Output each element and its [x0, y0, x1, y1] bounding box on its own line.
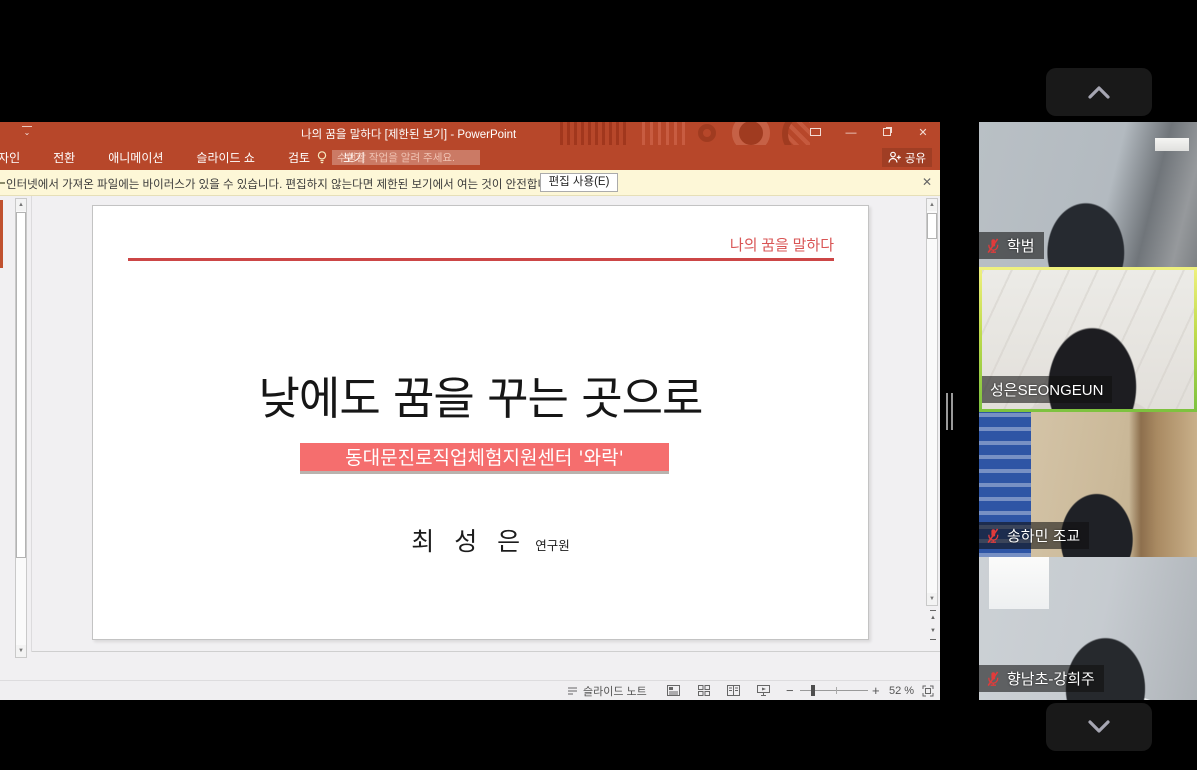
scroll-down-icon[interactable]: ▼	[927, 593, 937, 605]
participant-name-bar: 성은SEONGEUN	[982, 376, 1112, 403]
panel-resize-handle[interactable]	[951, 393, 953, 430]
chevron-down-icon	[1082, 717, 1116, 737]
presenter-name: 최 성 은	[411, 522, 526, 558]
window-title: 나의 꿈을 말하다 [제한된 보기] - PowerPoint	[301, 126, 516, 142]
ribbon-tab-design[interactable]: 디자인	[0, 149, 22, 166]
slide-header-text: 나의 꿈을 말하다	[730, 234, 834, 255]
participant-name: 송하민 조교	[1007, 525, 1080, 546]
notes-icon	[567, 685, 578, 696]
normal-view-button[interactable]	[666, 681, 681, 700]
muted-mic-icon	[985, 528, 1001, 544]
participant-tile[interactable]: 송하민 조교	[979, 412, 1197, 557]
zoom-slider-thumb[interactable]	[811, 685, 815, 696]
quick-access-dropdown-icon[interactable]: ⌄	[22, 126, 32, 138]
participant-tile[interactable]: 향남초-강희주	[979, 557, 1197, 700]
ribbon-tab-review[interactable]: 검토	[286, 149, 312, 166]
restore-button[interactable]	[872, 122, 902, 145]
slide-accent-line	[128, 258, 834, 261]
participant-name-bar: 송하민 조교	[979, 522, 1089, 549]
scrollbar-thumb[interactable]	[927, 213, 937, 239]
slide-scrollbar[interactable]: ▲ ▼	[926, 198, 938, 606]
zoom-slider-tick	[836, 687, 837, 694]
enable-editing-button[interactable]: 편집 사용(E)	[540, 173, 618, 192]
ribbon-tab-animations[interactable]: 애니메이션	[106, 149, 165, 166]
gallery-scroll-down-button[interactable]	[1046, 703, 1152, 751]
titlebar-decorative-art	[556, 122, 810, 145]
ppt-status-bar: 슬라이드 노트 − + 52 %	[0, 680, 940, 700]
chevron-up-icon	[1082, 82, 1116, 102]
zoom-level[interactable]: 52 %	[889, 681, 914, 700]
presenter-block: 최 성 은 연구원	[103, 522, 878, 558]
scroll-up-icon[interactable]: ▲	[16, 199, 26, 211]
share-person-icon	[888, 151, 901, 164]
fit-slide-to-window-button[interactable]	[920, 681, 935, 700]
panel-resize-handle[interactable]	[946, 393, 948, 430]
gallery-scroll-up-button[interactable]	[1046, 68, 1152, 116]
zoom-in-button[interactable]: +	[872, 681, 880, 700]
ppt-title-bar: ⌄ 나의 꿈을 말하다 [제한된 보기] - PowerPoint — ✕	[0, 122, 940, 145]
warning-close-icon[interactable]: ✕	[922, 175, 932, 189]
slide-notes-toggle[interactable]: 슬라이드 노트	[567, 681, 647, 700]
ribbon-tab-transitions[interactable]: 전환	[51, 149, 77, 166]
thumbnail-scrollbar[interactable]: ▲ ▼	[15, 198, 27, 658]
shield-icon	[0, 182, 5, 184]
notes-pane-divider[interactable]	[32, 651, 940, 652]
ribbon-tab-row: 디자인 전환 애니메이션 슬라이드 쇼 검토 보기 공유	[0, 145, 940, 170]
tell-me-search-input[interactable]	[332, 150, 480, 165]
previous-slide-button[interactable]: ▲	[927, 610, 939, 623]
share-label: 공유	[905, 150, 926, 166]
slide-sorter-view-button[interactable]	[696, 681, 711, 700]
ribbon-tab-slideshow[interactable]: 슬라이드 쇼	[194, 149, 257, 166]
slide-banner-text: 동대문진로직업체험지원센터 '와락'	[300, 443, 669, 474]
app-stage: ⌄ 나의 꿈을 말하다 [제한된 보기] - PowerPoint — ✕ 디자…	[0, 0, 1197, 770]
close-button[interactable]: ✕	[908, 122, 938, 145]
next-slide-button[interactable]: ▼	[927, 625, 939, 638]
participant-name-bar: 학범	[979, 232, 1044, 259]
presenter-role: 연구원	[535, 535, 570, 554]
participant-tile-active-speaker[interactable]: 성은SEONGEUN	[979, 267, 1197, 412]
protected-view-bar: 인터넷에서 가져온 파일에는 바이러스가 있을 수 있습니다. 편집하지 않는다…	[0, 170, 940, 196]
ribbon-display-options-icon[interactable]	[800, 122, 830, 145]
tell-me-lightbulb-icon	[316, 150, 328, 165]
slide-canvas: 나의 꿈을 말하다 낮에도 꿈을 꾸는 곳으로 동대문진로직업체험지원센터 '와…	[92, 205, 869, 640]
slide-notes-label: 슬라이드 노트	[583, 683, 647, 699]
scroll-up-icon[interactable]: ▲	[927, 199, 937, 211]
reading-view-button[interactable]	[726, 681, 741, 700]
zoom-out-button[interactable]: −	[786, 681, 794, 700]
scroll-down-icon[interactable]: ▼	[16, 645, 26, 657]
protected-view-message: 인터넷에서 가져온 파일에는 바이러스가 있을 수 있습니다. 편집하지 않는다…	[6, 176, 562, 192]
scrollbar-thumb[interactable]	[16, 212, 26, 558]
slide-title-text: 낮에도 꿈을 꾸는 곳으로	[93, 362, 868, 427]
slideshow-view-button[interactable]	[756, 681, 771, 700]
muted-mic-icon	[985, 671, 1001, 687]
participant-name-bar: 향남초-강희주	[979, 665, 1104, 692]
powerpoint-window: ⌄ 나의 꿈을 말하다 [제한된 보기] - PowerPoint — ✕ 디자…	[0, 122, 940, 700]
participant-tile[interactable]: 학범	[979, 122, 1197, 267]
share-button[interactable]: 공유	[882, 148, 932, 167]
participant-name: 성은SEONGEUN	[990, 379, 1103, 400]
participant-name: 학범	[1007, 235, 1035, 256]
slide-thumbnail-edge	[0, 200, 3, 268]
muted-mic-icon	[985, 238, 1001, 254]
participant-name: 향남초-강희주	[1007, 668, 1095, 689]
pane-divider[interactable]	[31, 196, 32, 652]
minimize-button[interactable]: —	[836, 122, 866, 145]
